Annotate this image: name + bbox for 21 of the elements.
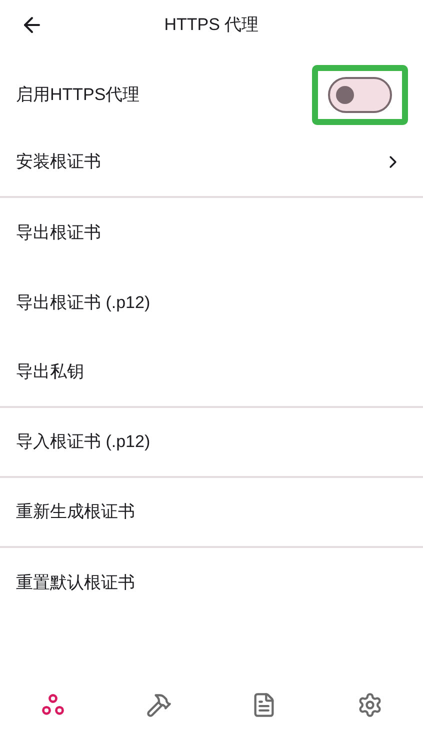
nodes-icon bbox=[40, 692, 66, 718]
setting-label[interactable]: 导出根证书 (.p12) bbox=[16, 290, 407, 316]
hammer-icon bbox=[146, 692, 172, 718]
setting-row[interactable]: 启用HTTPS代理 bbox=[0, 62, 423, 128]
setting-row[interactable]: 导出根证书 bbox=[0, 198, 423, 268]
setting-row[interactable]: 重置默认根证书 bbox=[0, 548, 423, 618]
setting-label[interactable]: 安装根证书 bbox=[16, 149, 383, 175]
setting-label[interactable]: 重新生成根证书 bbox=[16, 499, 407, 525]
setting-label[interactable]: 导出私钥 bbox=[16, 359, 407, 385]
setting-row[interactable]: 导入根证书 (.p12) bbox=[0, 408, 423, 478]
page-title: HTTPS 代理 bbox=[164, 14, 259, 36]
setting-row[interactable]: 重新生成根证书 bbox=[0, 478, 423, 548]
setting-label[interactable]: 启用HTTPS代理 bbox=[16, 82, 312, 108]
setting-label[interactable]: 导入根证书 (.p12) bbox=[16, 429, 407, 455]
settings-icon bbox=[357, 692, 384, 718]
setting-row[interactable]: 安装根证书 bbox=[0, 128, 423, 198]
setting-row[interactable]: 导出根证书 (.p12) bbox=[0, 268, 423, 338]
toggle-switch[interactable] bbox=[328, 77, 392, 113]
setting-row[interactable]: 导出私钥 bbox=[0, 338, 423, 408]
setting-label[interactable]: 重置默认根证书 bbox=[16, 570, 407, 596]
setting-label[interactable]: 导出根证书 bbox=[16, 220, 407, 246]
